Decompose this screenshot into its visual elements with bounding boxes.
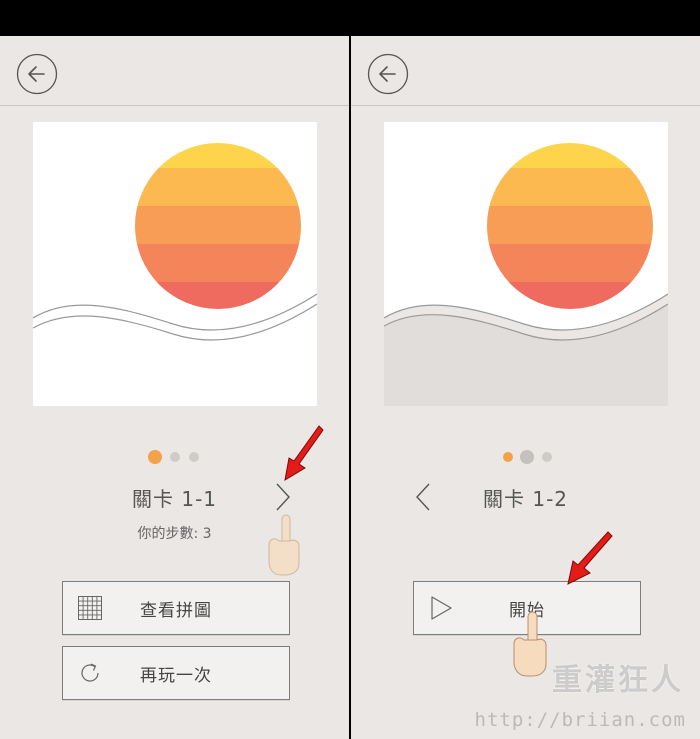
- right-screen: 關卡 1-2 開始 重灌狂人 http://briian.com: [351, 36, 700, 739]
- page-dot-current: [520, 450, 534, 464]
- page-dot-active: [148, 450, 162, 464]
- red-arrow-icon: [284, 425, 324, 481]
- red-arrow-icon: [567, 531, 613, 585]
- level-title: 關卡 1-1: [131, 487, 218, 511]
- level-title: 關卡 1-2: [482, 487, 569, 511]
- left-screen: 關卡 1-1 你的步數: 3 查看拼圖 再玩一次: [0, 36, 349, 739]
- view-puzzle-label: 查看拼圖: [140, 601, 212, 621]
- page-dot-active: [503, 452, 513, 462]
- back-arrow-icon[interactable]: [367, 53, 409, 95]
- back-arrow-icon[interactable]: [16, 53, 58, 95]
- watermark-logo: 重灌狂人: [552, 663, 684, 698]
- header-divider: [351, 105, 700, 106]
- page-indicator: [351, 450, 700, 464]
- header-divider: [0, 105, 349, 106]
- play-again-button[interactable]: 再玩一次: [62, 646, 290, 700]
- pointing-hand-icon: [268, 514, 300, 576]
- play-again-label: 再玩一次: [140, 666, 212, 686]
- watermark-url: http://briian.com: [474, 709, 686, 731]
- pointing-hand-icon: [513, 611, 547, 677]
- next-level-chevron-icon[interactable]: [271, 480, 295, 514]
- view-puzzle-button[interactable]: 查看拼圖: [62, 581, 290, 635]
- page-dot: [170, 452, 180, 462]
- page-dot: [189, 452, 199, 462]
- page-dot: [542, 452, 552, 462]
- puzzle-preview-image: [33, 122, 317, 406]
- puzzle-preview-image: [384, 122, 668, 406]
